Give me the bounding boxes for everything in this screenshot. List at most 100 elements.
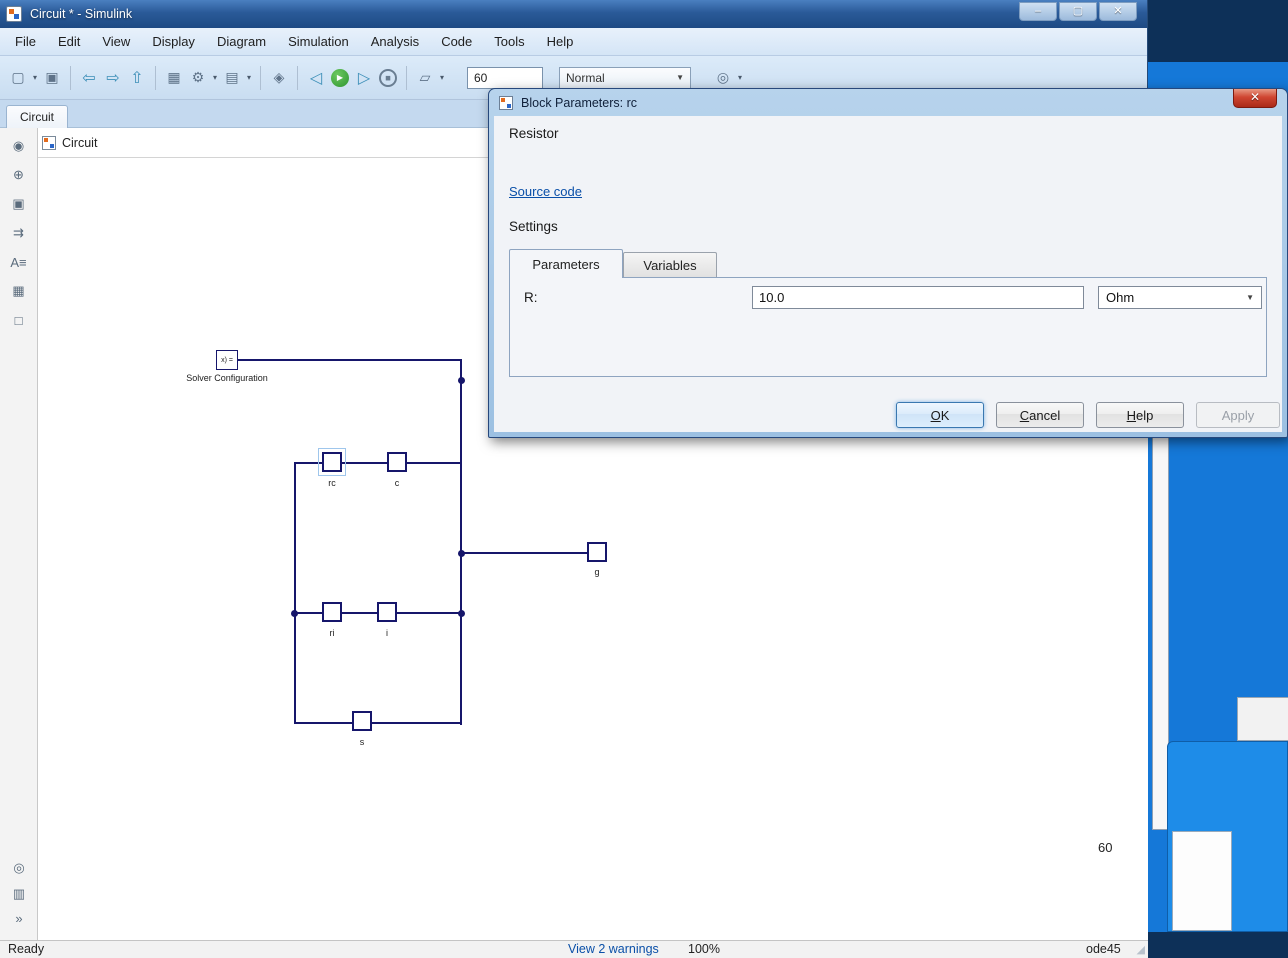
statusbar: Ready View 2 warnings 100% ode45 ◢ — [0, 940, 1148, 958]
menu-display[interactable]: Display — [141, 30, 206, 53]
solver-name: ode45 — [1086, 942, 1121, 956]
menu-analysis[interactable]: Analysis — [360, 30, 430, 53]
menu-file[interactable]: File — [4, 30, 47, 53]
solver-configuration-block[interactable]: x) = — [216, 350, 238, 370]
block-ri[interactable] — [322, 602, 342, 622]
wire-bottom[interactable] — [294, 722, 462, 724]
window-title: Circuit * - Simulink — [30, 7, 132, 21]
build-check-button[interactable]: ◎ — [711, 66, 735, 90]
check-caret-icon[interactable]: ▾ — [735, 73, 745, 82]
tab-parameters-label: Parameters — [532, 257, 599, 272]
cancel-button[interactable]: Cancel — [996, 402, 1084, 428]
breadcrumb-path[interactable]: Circuit — [62, 136, 97, 150]
simulink-app-icon — [6, 6, 22, 22]
menu-tools[interactable]: Tools — [483, 30, 535, 53]
junction-dot — [291, 610, 298, 617]
parameters-panel: R: Ohm ▼ — [509, 277, 1267, 377]
model-icon — [42, 136, 56, 150]
scope-caret-icon[interactable]: ▾ — [437, 73, 447, 82]
block-s[interactable] — [352, 711, 372, 731]
library-browser-button[interactable]: ▦ — [162, 66, 186, 90]
minimize-button[interactable]: – — [1019, 2, 1057, 21]
direction-icon[interactable]: ⇉ — [8, 223, 30, 243]
scope-button[interactable]: ▱ — [413, 66, 437, 90]
block-type-heading: Resistor — [509, 126, 559, 141]
annotation-icon[interactable]: A≡ — [8, 252, 30, 272]
browse-icon[interactable]: ◉ — [8, 136, 30, 156]
back-button[interactable]: ⇦ — [77, 66, 101, 90]
junction-dot — [458, 550, 465, 557]
maximize-button[interactable]: ▢ — [1059, 2, 1097, 21]
block-i-label: i — [367, 628, 407, 638]
run-button[interactable]: ▶ — [328, 66, 352, 90]
toolbar-separator — [70, 66, 71, 90]
fit-view-icon[interactable]: ▣ — [8, 194, 30, 214]
simulation-mode-dropdown[interactable]: Normal ▼ — [559, 67, 691, 89]
help-button[interactable]: Help — [1096, 402, 1184, 428]
block-i[interactable] — [377, 602, 397, 622]
status-ready: Ready — [8, 942, 44, 956]
block-c[interactable] — [387, 452, 407, 472]
tab-parameters[interactable]: Parameters — [509, 249, 623, 278]
wire-top[interactable] — [238, 359, 462, 361]
step-back-button[interactable]: ◁ — [304, 66, 328, 90]
box-icon[interactable]: □ — [8, 310, 30, 330]
block-g[interactable] — [587, 542, 607, 562]
simulation-mode-value: Normal — [566, 71, 605, 85]
simulation-stop-time-input[interactable] — [467, 67, 543, 89]
chevrons-icon[interactable]: » — [8, 908, 30, 928]
solver-glyph: x) = — [221, 357, 233, 364]
dialog-content: Resistor Source code Settings Parameters… — [494, 116, 1282, 432]
browser-caret-icon[interactable]: ▾ — [244, 73, 254, 82]
save-button[interactable]: ▣ — [40, 66, 64, 90]
background-panel-fragment — [1237, 697, 1288, 741]
settings-heading: Settings — [509, 219, 558, 234]
up-button[interactable]: ⇧ — [125, 66, 149, 90]
view-warnings-link[interactable]: View 2 warnings — [568, 942, 659, 956]
model-settings-button[interactable]: ⚙ — [186, 66, 210, 90]
new-model-button[interactable]: ▢ — [6, 66, 30, 90]
wire-right-vertical[interactable] — [460, 360, 462, 725]
dialog-title: Block Parameters: rc — [521, 96, 637, 110]
camera-icon[interactable]: ◎ — [8, 858, 30, 878]
resize-grip-icon[interactable]: ◢ — [1137, 943, 1145, 956]
unit-dropdown[interactable]: Ohm ▼ — [1098, 286, 1262, 309]
wire-g-branch[interactable] — [461, 552, 589, 554]
zoom-icon[interactable]: ⊕ — [8, 165, 30, 185]
menu-edit[interactable]: Edit — [47, 30, 91, 53]
source-code-link[interactable]: Source code — [509, 184, 582, 199]
apply-button-label: Apply — [1222, 408, 1255, 423]
close-button[interactable]: ✕ — [1099, 2, 1137, 21]
wire-left-vertical[interactable] — [294, 463, 296, 724]
settings-caret-icon[interactable]: ▾ — [210, 73, 220, 82]
dialog-close-button[interactable]: ✕ — [1233, 89, 1277, 108]
stop-button[interactable]: ◼ — [376, 66, 400, 90]
toolbar-separator — [260, 66, 261, 90]
toolbar-separator — [155, 66, 156, 90]
block-s-label: s — [342, 737, 382, 747]
block-rc[interactable] — [322, 452, 342, 472]
connect-button[interactable]: ◈ — [267, 66, 291, 90]
tab-circuit[interactable]: Circuit — [6, 105, 68, 128]
menu-diagram[interactable]: Diagram — [206, 30, 277, 53]
library-icon: ▦ — [167, 69, 180, 86]
resistance-value-input[interactable] — [752, 286, 1084, 309]
background-window-fragment — [1167, 741, 1288, 932]
menu-help[interactable]: Help — [536, 30, 585, 53]
resistance-field-label: R: — [524, 290, 538, 305]
menu-code[interactable]: Code — [430, 30, 483, 53]
menu-simulation[interactable]: Simulation — [277, 30, 360, 53]
forward-button[interactable]: ⇨ — [101, 66, 125, 90]
panel-icon[interactable]: ▥ — [8, 884, 30, 904]
scope-icon: ▱ — [420, 69, 431, 86]
image-icon[interactable]: ▦ — [8, 281, 30, 301]
tab-variables[interactable]: Variables — [623, 252, 717, 278]
step-forward-button[interactable]: ▷ — [352, 66, 376, 90]
new-model-caret-icon[interactable]: ▾ — [30, 73, 40, 82]
model-browser-button[interactable]: ▤ — [220, 66, 244, 90]
ok-button[interactable]: OK — [896, 402, 984, 428]
dialog-titlebar: Block Parameters: rc ✕ — [489, 89, 1287, 116]
wire-rc-row[interactable] — [294, 462, 462, 464]
menu-view[interactable]: View — [91, 30, 141, 53]
tab-circuit-label: Circuit — [20, 110, 54, 124]
